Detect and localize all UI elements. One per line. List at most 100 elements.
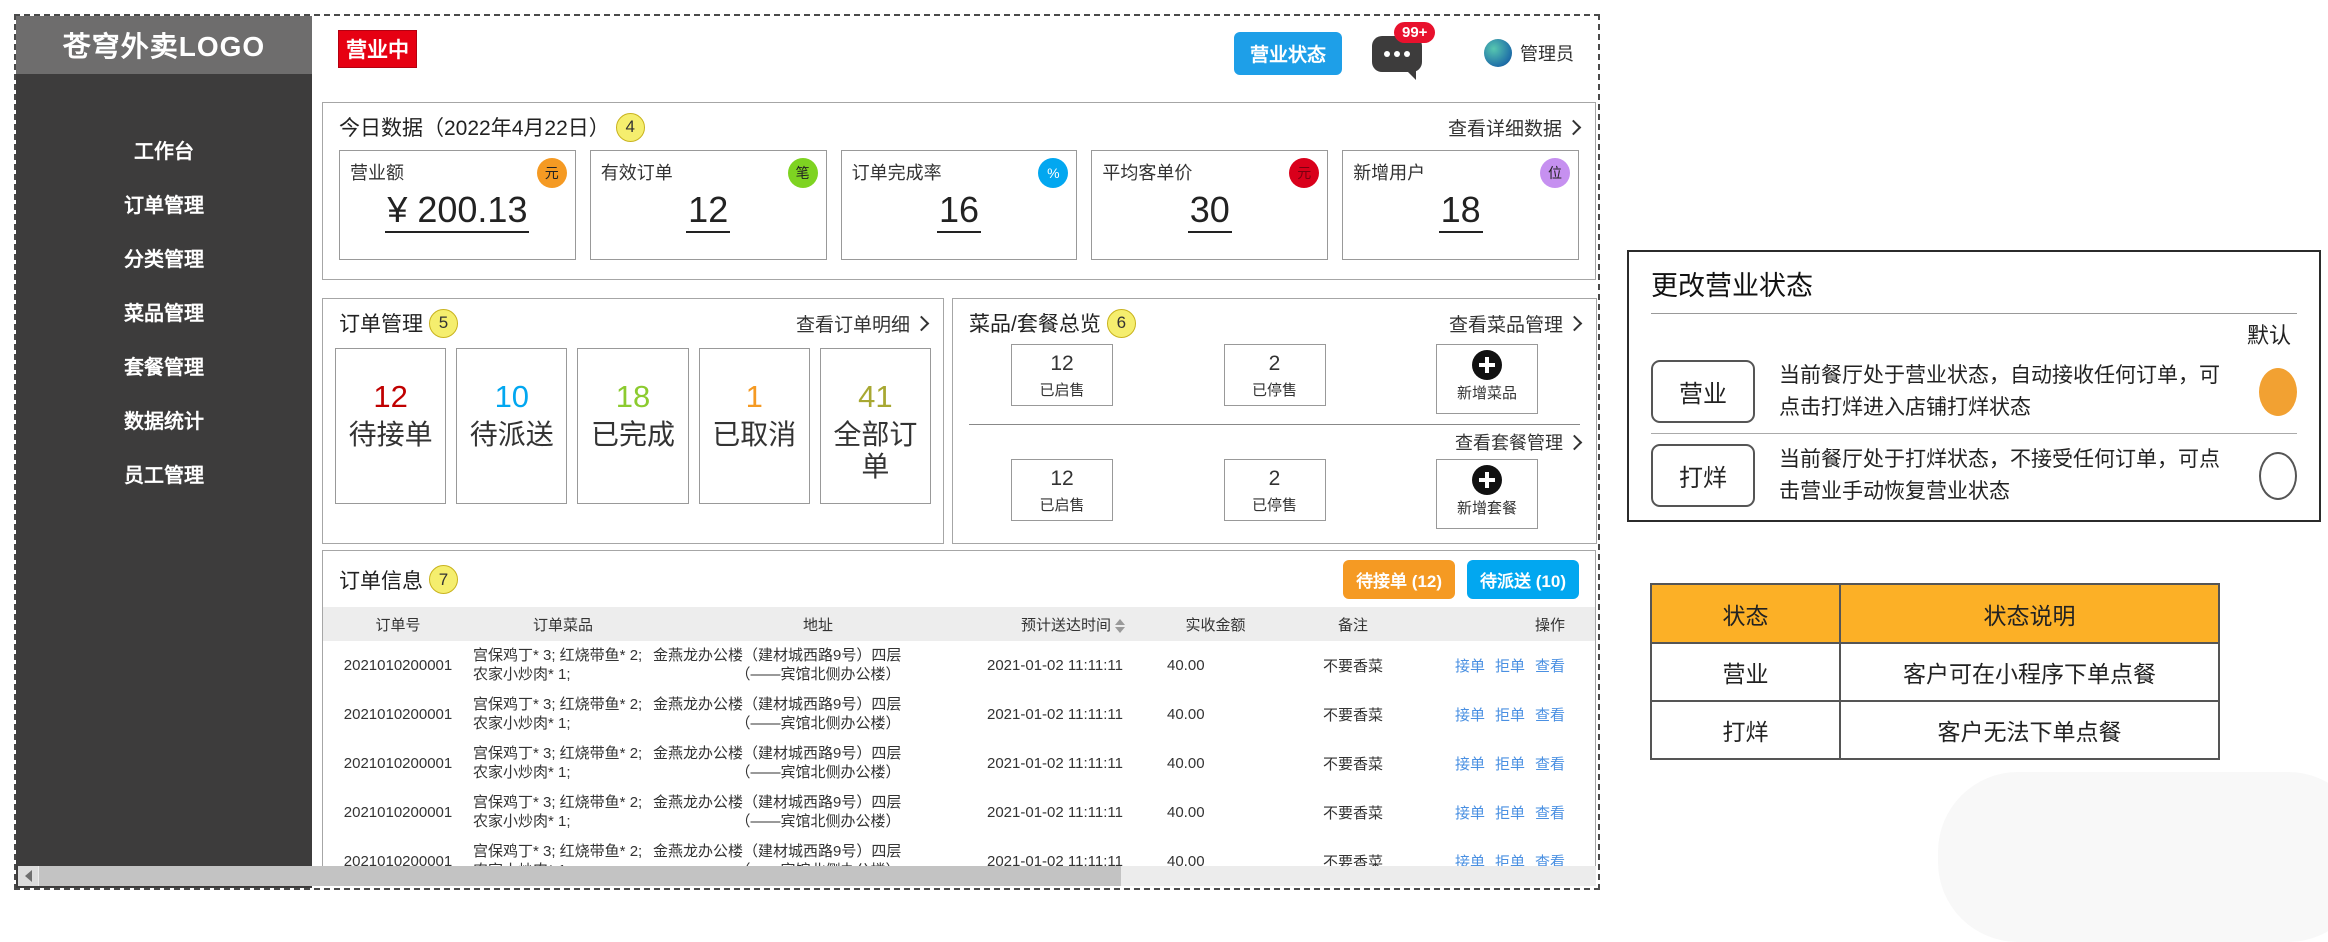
- topbar-right: 营业状态 99+ 管理员: [1234, 30, 1574, 76]
- status-open-desc-cell: 客户可在小程序下单点餐: [1840, 643, 2219, 701]
- order-row: 2021010200001 宫保鸡丁* 3; 红烧带鱼* 2; 农家小炒肉* 1…: [323, 690, 1595, 739]
- unit-yuan-icon: 元: [537, 158, 567, 188]
- notifications[interactable]: 99+: [1372, 30, 1428, 76]
- unit-yuan-red-icon: 元: [1289, 158, 1319, 188]
- tile-cancelled[interactable]: 1 已取消: [699, 348, 810, 504]
- admin-user[interactable]: 管理员: [1484, 39, 1574, 67]
- see-detail-data-link[interactable]: 查看详细数据: [1448, 114, 1579, 141]
- sidebar-item-categories[interactable]: 分类管理: [16, 230, 312, 284]
- order-row: 2021010200001 宫保鸡丁* 3; 红烧带鱼* 2; 农家小炒肉* 1…: [323, 641, 1595, 690]
- tile-completed[interactable]: 18 已完成: [577, 348, 688, 504]
- status-option-closed: 打烊 当前餐厅处于打烊状态，不接受任何订单，可点击营业手动恢复营业状态: [1651, 436, 2297, 515]
- stat-card-completion-rate: 订单完成率 % 16: [841, 150, 1078, 260]
- view-link[interactable]: 查看: [1535, 802, 1565, 823]
- order-row: 2021010200001 宫保鸡丁* 3; 红烧带鱼* 2; 农家小炒肉* 1…: [323, 788, 1595, 837]
- app-logo: 苍穹外卖LOGO: [16, 16, 312, 74]
- avatar[interactable]: [1484, 39, 1512, 67]
- status-explanation-table: 状态 状态说明 营业 客户可在小程序下单点餐 打烊 客户无法下单点餐: [1650, 583, 2220, 760]
- col-amount: 实收金额: [1163, 614, 1268, 635]
- dish-combo-overview-panel: 菜品/套餐总览 6 查看菜品管理 12 已启售 2 已停售 新增菜品: [952, 298, 1597, 544]
- tile-pending-accept[interactable]: 12 待接单: [335, 348, 446, 504]
- status-closed-desc-cell: 客户无法下单点餐: [1840, 701, 2219, 759]
- sidebar-item-workbench[interactable]: 工作台: [16, 122, 312, 176]
- sidebar-item-dishes[interactable]: 菜品管理: [16, 284, 312, 338]
- chevron-right-icon: [914, 315, 930, 331]
- sidebar: 苍穹外卖LOGO 工作台 订单管理 分类管理 菜品管理 套餐管理 数据统计 员工…: [16, 16, 312, 888]
- sidebar-item-combos[interactable]: 套餐管理: [16, 338, 312, 392]
- dish-on-sale-tile: 12 已启售: [1011, 344, 1113, 406]
- sidebar-item-orders[interactable]: 订单管理: [16, 176, 312, 230]
- chevron-right-icon: [1567, 315, 1583, 331]
- view-link[interactable]: 查看: [1535, 753, 1565, 774]
- tile-all-orders[interactable]: 41 全部订单: [820, 348, 931, 504]
- stat-card-new-users: 新增用户 位 18: [1342, 150, 1579, 260]
- add-dish-button[interactable]: 新增菜品: [1436, 344, 1538, 414]
- business-status-button[interactable]: 营业状态: [1234, 32, 1342, 75]
- plus-icon: [1472, 465, 1502, 495]
- today-title: 今日数据（2022年4月22日） 4: [339, 112, 645, 142]
- admin-dashboard-mockup: 苍穹外卖LOGO 工作台 订单管理 分类管理 菜品管理 套餐管理 数据统计 员工…: [14, 14, 1600, 890]
- default-radio-unselected[interactable]: [2259, 452, 2297, 500]
- reject-link[interactable]: 拒单: [1495, 753, 1525, 774]
- order-table-header: 订单号 订单菜品 地址 预计送达时间 实收金额 备注 操作: [323, 607, 1595, 641]
- open-description: 当前餐厅处于营业状态，自动接收任何订单，可点击打烊进入店铺打烊状态: [1779, 360, 2235, 423]
- stat-card-avg-price: 平均客单价 元 30: [1091, 150, 1328, 260]
- col-address: 地址: [653, 614, 983, 635]
- see-order-detail-link[interactable]: 查看订单明细: [796, 310, 927, 337]
- closed-button[interactable]: 打烊: [1651, 444, 1755, 507]
- option-divider: [1651, 433, 2297, 434]
- accept-link[interactable]: 接单: [1455, 753, 1485, 774]
- col-ops: 操作: [1438, 614, 1595, 635]
- sidebar-item-employees[interactable]: 员工管理: [16, 446, 312, 500]
- view-link[interactable]: 查看: [1535, 704, 1565, 725]
- accept-link[interactable]: 接单: [1455, 704, 1485, 725]
- see-dish-management-link[interactable]: 查看菜品管理: [1449, 310, 1580, 337]
- sort-icon[interactable]: [1115, 619, 1125, 633]
- col-remark: 备注: [1268, 614, 1438, 635]
- unit-wei-icon: 位: [1540, 158, 1570, 188]
- combo-on-sale-tile: 12 已启售: [1011, 459, 1113, 521]
- order-info-panel: 订单信息 7 待接单 (12) 待派送 (10) 订单号 订单菜品 地址 预计送…: [322, 550, 1596, 876]
- tile-pending-dispatch[interactable]: 10 待派送: [456, 348, 567, 504]
- see-combo-management-link[interactable]: 查看套餐管理: [1455, 429, 1580, 455]
- pending-accept-tab-button[interactable]: 待接单 (12): [1343, 560, 1455, 599]
- order-row: 2021010200001 宫保鸡丁* 3; 红烧带鱼* 2; 农家小炒肉* 1…: [323, 739, 1595, 788]
- accept-link[interactable]: 接单: [1455, 655, 1485, 676]
- status-desc-header: 状态说明: [1840, 584, 2219, 643]
- chevron-right-icon: [1567, 434, 1583, 450]
- default-radio-selected[interactable]: [2259, 368, 2297, 416]
- order-management-panel: 订单管理 5 查看订单明细 12 待接单 10 待派送 18 已完成 1 已取消: [322, 298, 944, 544]
- chevron-right-icon: [1566, 119, 1582, 135]
- annotation-badge-4: 4: [616, 113, 645, 142]
- combo-tiles: 12 已启售 2 已停售 新增套餐: [953, 457, 1596, 531]
- change-status-title: 更改营业状态: [1651, 264, 2297, 303]
- annotation-badge-6: 6: [1107, 309, 1136, 338]
- plus-icon: [1472, 350, 1502, 380]
- status-option-open: 营业 当前餐厅处于营业状态，自动接收任何订单，可点击打烊进入店铺打烊状态: [1651, 352, 2297, 431]
- annotation-badge-7: 7: [429, 565, 458, 594]
- open-button[interactable]: 营业: [1651, 360, 1755, 423]
- view-link[interactable]: 查看: [1535, 655, 1565, 676]
- add-combo-button[interactable]: 新增套餐: [1436, 459, 1538, 529]
- status-closed-cell: 打烊: [1651, 701, 1840, 759]
- status-open-cell: 营业: [1651, 643, 1840, 701]
- chat-bubble-tail: [1404, 68, 1416, 80]
- change-status-panel: 更改营业状态 默认 营业 当前餐厅处于营业状态，自动接收任何订单，可点击打烊进入…: [1627, 250, 2321, 522]
- dish-tiles: 12 已启售 2 已停售 新增菜品: [953, 342, 1596, 416]
- reject-link[interactable]: 拒单: [1495, 655, 1525, 676]
- horizontal-scrollbar[interactable]: [18, 866, 1596, 886]
- stat-card-revenue: 营业额 元 ¥ 200.13: [339, 150, 576, 260]
- pending-dispatch-tab-button[interactable]: 待派送 (10): [1467, 560, 1579, 599]
- stat-card-valid-orders: 有效订单 笔 12: [590, 150, 827, 260]
- sidebar-item-statistics[interactable]: 数据统计: [16, 392, 312, 446]
- col-time[interactable]: 预计送达时间: [983, 614, 1163, 635]
- order-status-tiles: 12 待接单 10 待派送 18 已完成 1 已取消 41 全部订单: [323, 342, 943, 510]
- reject-link[interactable]: 拒单: [1495, 704, 1525, 725]
- accept-link[interactable]: 接单: [1455, 802, 1485, 823]
- topbar: 营业中 营业状态 99+ 管理员: [312, 16, 1598, 92]
- reject-link[interactable]: 拒单: [1495, 802, 1525, 823]
- notification-count-badge: 99+: [1394, 22, 1435, 43]
- col-order-no: 订单号: [323, 614, 473, 635]
- scroll-left-arrow[interactable]: [18, 866, 38, 886]
- scrollbar-thumb[interactable]: [39, 866, 1121, 886]
